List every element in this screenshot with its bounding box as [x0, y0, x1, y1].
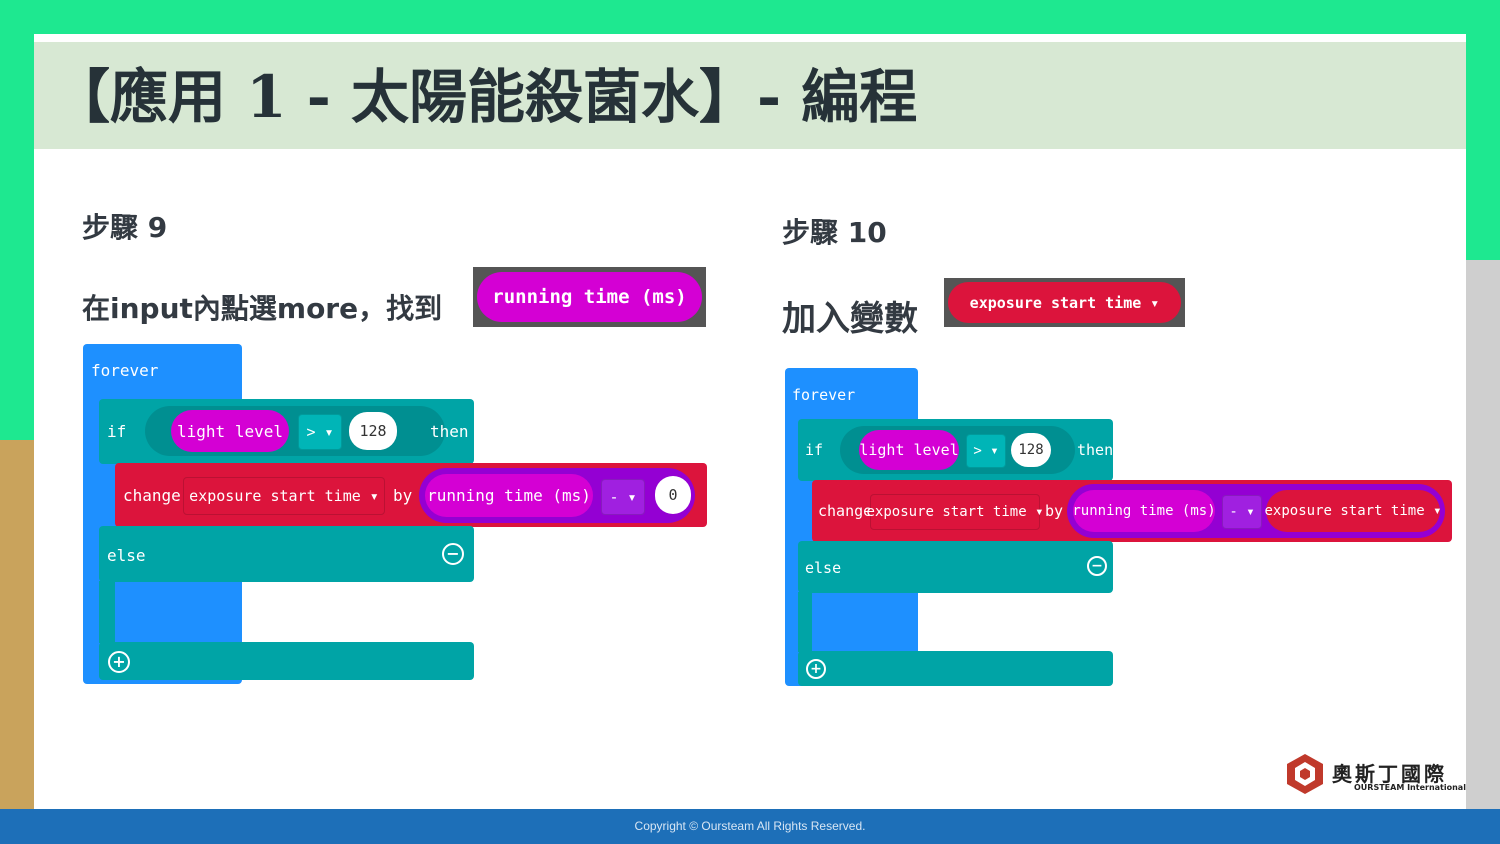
- threshold-input[interactable]: 128: [1011, 433, 1051, 467]
- if-label: if: [805, 441, 824, 459]
- slide: 【應用 1 - 太陽能殺菌水】- 編程 步驟 9 在input內點選more，找…: [34, 34, 1466, 809]
- if-label: if: [107, 422, 127, 441]
- footer: Copyright © Oursteam All Rights Reserved…: [0, 809, 1500, 844]
- step-9-label: 步驟 9: [82, 211, 168, 244]
- step-9-instruction: 在input內點選more，找到: [82, 292, 443, 325]
- if-block-spine: [99, 581, 115, 643]
- else-label: else: [107, 546, 146, 565]
- reporter-preview-frame: running time (ms): [473, 267, 706, 327]
- slide-header: 【應用 1 - 太陽能殺菌水】- 編程: [34, 42, 1466, 149]
- remove-else-icon[interactable]: −: [1087, 556, 1107, 576]
- operator-dropdown[interactable]: > ▾: [298, 414, 342, 450]
- else-section: [99, 526, 474, 582]
- if-block-spine: [798, 592, 812, 652]
- light-level-reporter[interactable]: light level: [171, 410, 289, 452]
- variable-dropdown[interactable]: exposure start time ▾: [867, 494, 1044, 530]
- then-label: then: [430, 422, 469, 441]
- else-section: [798, 541, 1113, 593]
- then-label: then: [1077, 441, 1114, 459]
- math-operator-dropdown[interactable]: - ▾: [1222, 495, 1262, 529]
- add-else-if-icon[interactable]: +: [108, 651, 130, 673]
- logo-name-en: OURSTEAM International: [1354, 783, 1466, 792]
- step-10-instruction: 加入變數: [782, 299, 918, 339]
- else-label: else: [805, 559, 842, 577]
- by-label: by: [393, 486, 413, 505]
- running-time-reporter[interactable]: running time (ms): [477, 272, 702, 322]
- running-time-operand[interactable]: running time (ms): [1072, 490, 1216, 532]
- change-label: change: [818, 502, 873, 520]
- step-10-label: 步驟 10: [782, 216, 887, 249]
- copyright-text: Copyright © Oursteam All Rights Reserved…: [634, 819, 866, 833]
- variable-dropdown[interactable]: exposure start time ▾: [183, 477, 385, 515]
- exposure-start-time-variable[interactable]: exposure start time ▾: [948, 282, 1181, 323]
- operator-dropdown[interactable]: > ▾: [966, 434, 1006, 468]
- if-block-footer: [798, 651, 1113, 686]
- forever-block-step10[interactable]: forever if light level > ▾ 128 then chan…: [785, 368, 1452, 686]
- by-label: by: [1045, 502, 1064, 520]
- variable-preview-frame: exposure start time ▾: [944, 278, 1185, 327]
- if-block-footer: [99, 642, 474, 680]
- exposure-start-time-operand[interactable]: exposure start time ▾: [1265, 490, 1442, 532]
- running-time-operand[interactable]: running time (ms): [425, 474, 593, 517]
- math-operator-dropdown[interactable]: - ▾: [601, 479, 645, 515]
- light-level-reporter[interactable]: light level: [859, 430, 959, 470]
- forever-block-step9[interactable]: forever if light level > ▾ 128 then chan…: [83, 344, 707, 684]
- threshold-input[interactable]: 128: [349, 412, 397, 450]
- forever-label: forever: [792, 386, 856, 404]
- change-label: change: [123, 486, 181, 505]
- right-operand-input[interactable]: 0: [655, 476, 691, 514]
- oursteam-logo-icon: [1284, 752, 1326, 796]
- slide-title: 【應用 1 - 太陽能殺菌水】- 編程: [52, 63, 918, 131]
- forever-label: forever: [91, 361, 159, 380]
- add-else-if-icon[interactable]: +: [806, 659, 826, 679]
- remove-else-icon[interactable]: −: [442, 543, 464, 565]
